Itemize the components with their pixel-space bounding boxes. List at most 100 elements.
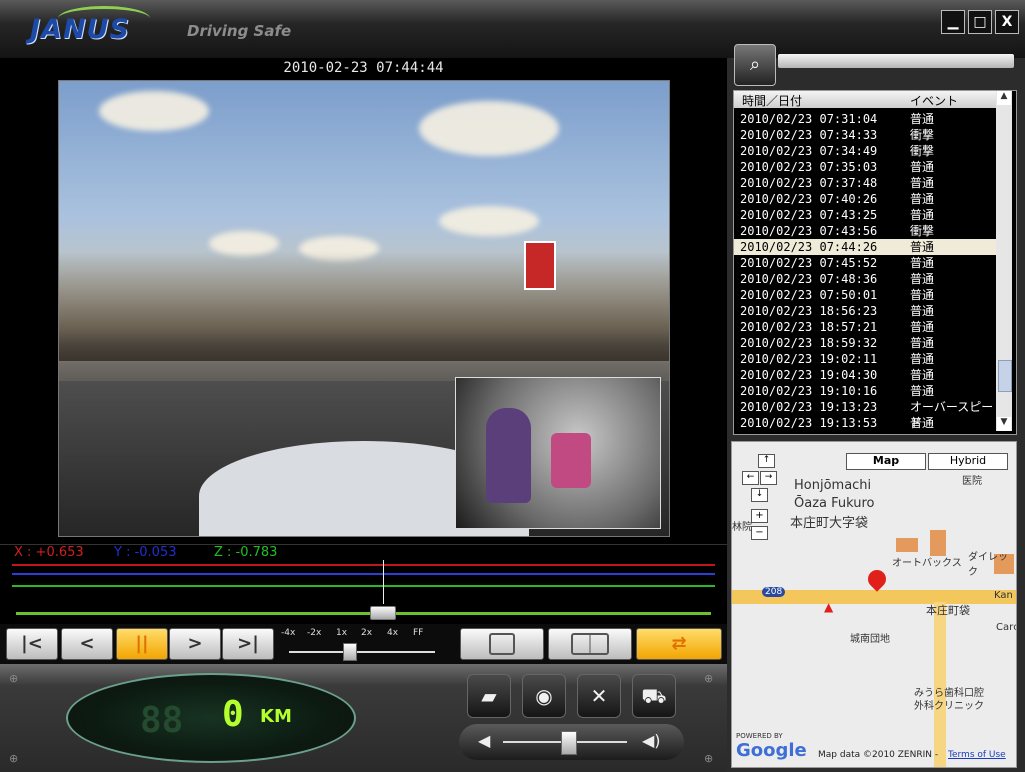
event-row[interactable]: 2010/02/23 19:13:53 普通 xyxy=(734,415,996,431)
pause-button[interactable]: || xyxy=(116,628,168,660)
event-row[interactable]: 2010/02/23 07:35:03 普通 xyxy=(734,159,996,175)
event-row[interactable]: 2010/02/23 07:45:52 普通 xyxy=(734,255,996,271)
event-row[interactable]: 2010/02/23 19:04:30 普通 xyxy=(734,367,996,383)
accel-x-graph xyxy=(12,564,715,566)
building xyxy=(930,530,946,556)
speed-minus-2x[interactable]: -2x xyxy=(307,628,321,638)
speed-slider-handle[interactable] xyxy=(343,643,357,661)
map-type-map-button[interactable]: Map xyxy=(846,453,926,470)
map-label: 医院 xyxy=(962,476,982,487)
open-folder-button[interactable]: ▰ xyxy=(467,674,511,718)
maximize-button[interactable]: □ xyxy=(968,10,992,34)
app-tagline: Driving Safe xyxy=(187,22,292,40)
search-icon: ⌕ xyxy=(749,54,761,75)
powered-by-label: POWERED BY xyxy=(736,732,783,740)
event-time: 2010/02/23 07:44:26 xyxy=(740,240,878,254)
scroll-down-icon[interactable]: ▼ xyxy=(997,417,1011,431)
map-label: Kan xyxy=(994,590,1013,601)
speed-2x[interactable]: 2x xyxy=(361,628,372,638)
event-row[interactable]: 2010/02/23 07:37:48 普通 xyxy=(734,175,996,191)
pan-down-icon[interactable]: ↓ xyxy=(751,488,768,502)
settings-button[interactable]: ✕ xyxy=(577,674,621,718)
scroll-up-icon[interactable]: ▲ xyxy=(997,91,1011,105)
event-time: 2010/02/23 07:45:52 xyxy=(740,256,878,270)
event-row[interactable]: 2010/02/23 07:48:36 普通 xyxy=(734,271,996,287)
event-time: 2010/02/23 07:34:49 xyxy=(740,144,878,158)
column-header-time[interactable]: 時間／日付 xyxy=(742,92,802,109)
speed-4x[interactable]: 4x xyxy=(387,628,398,638)
volume-slider-handle[interactable] xyxy=(561,731,577,755)
event-type: 普通 xyxy=(910,256,935,270)
search-bar[interactable] xyxy=(778,54,1014,68)
speed-unit: KM xyxy=(260,706,292,727)
building xyxy=(896,538,918,552)
split-view-icon xyxy=(571,633,609,655)
event-row[interactable]: 2010/02/23 19:02:11 普通 xyxy=(734,351,996,367)
cloud xyxy=(419,101,559,156)
screw-icon: ⊕ xyxy=(704,752,714,765)
cabin-camera-inset[interactable] xyxy=(455,377,661,529)
speed-minus-4x[interactable]: -4x xyxy=(281,628,295,638)
event-row[interactable]: 2010/02/23 07:43:56 衝撃 xyxy=(734,223,996,239)
skip-start-button[interactable]: |< xyxy=(6,628,58,660)
swap-camera-button[interactable]: ⇄ xyxy=(636,628,722,660)
bag xyxy=(551,433,591,488)
volume-high-icon[interactable]: ◀) xyxy=(642,731,661,750)
map-label: 本庄町袋 xyxy=(926,604,970,617)
column-header-event[interactable]: イベント xyxy=(910,92,958,109)
graph-cursor xyxy=(383,560,384,604)
car-icon: ⛟ xyxy=(641,684,667,708)
split-view-button[interactable] xyxy=(548,628,632,660)
timeline-handle[interactable] xyxy=(370,606,396,620)
event-type: 普通 xyxy=(910,208,935,222)
volume-low-icon[interactable]: ◀ xyxy=(478,731,490,750)
event-row[interactable]: 2010/02/23 18:59:32 普通 xyxy=(734,335,996,351)
video-timestamp: 2010-02-23 07:44:44 xyxy=(283,60,444,76)
single-view-button[interactable] xyxy=(460,628,544,660)
event-row[interactable]: 2010/02/23 19:13:23 オーバースピード xyxy=(734,399,996,430)
event-type: 普通 xyxy=(910,160,935,174)
location-marker-icon[interactable] xyxy=(864,566,890,592)
skip-end-button[interactable]: >| xyxy=(222,628,274,660)
event-row[interactable]: 2010/02/23 19:10:16 普通 xyxy=(734,383,996,399)
event-row[interactable]: 2010/02/23 07:43:25 普通 xyxy=(734,207,996,223)
search-button[interactable]: ⌕ xyxy=(734,44,776,86)
speed-1x[interactable]: 1x xyxy=(336,628,347,638)
event-row[interactable]: 2010/02/23 07:44:26 普通 xyxy=(734,239,996,255)
close-button[interactable]: X xyxy=(995,10,1019,34)
accel-y-graph xyxy=(12,573,715,575)
event-row[interactable]: 2010/02/23 07:50:01 普通 xyxy=(734,287,996,303)
disc-icon: ◉ xyxy=(535,684,553,708)
zoom-in-icon[interactable]: + xyxy=(751,509,768,523)
pan-up-icon[interactable]: ↑ xyxy=(758,454,775,468)
previous-button[interactable]: < xyxy=(61,628,113,660)
event-row[interactable]: 2010/02/23 18:56:23 普通 xyxy=(734,303,996,319)
disc-button[interactable]: ◉ xyxy=(522,674,566,718)
event-row[interactable]: 2010/02/23 07:40:26 普通 xyxy=(734,191,996,207)
speedometer-gauge xyxy=(66,673,356,763)
minimize-button[interactable]: ▁ xyxy=(941,10,965,34)
event-time: 2010/02/23 07:50:01 xyxy=(740,288,878,302)
speed-value: 0 xyxy=(222,694,244,735)
speed-slider-track[interactable] xyxy=(289,651,435,653)
vehicle-button[interactable]: ⛟ xyxy=(632,674,676,718)
event-row[interactable]: 2010/02/23 07:34:49 衝撃 xyxy=(734,143,996,159)
zoom-out-icon[interactable]: − xyxy=(751,526,768,540)
map-panel[interactable]: ↑ ← → ↓ + − Map Hybrid Honjōmachi Ōaza F… xyxy=(731,441,1017,768)
terms-of-use-link[interactable]: Terms of Use xyxy=(948,750,1006,760)
scroll-thumb[interactable] xyxy=(998,360,1012,392)
single-view-icon xyxy=(489,633,515,655)
event-row[interactable]: 2010/02/23 07:31:04 普通 xyxy=(734,111,996,127)
speed-ff[interactable]: FF xyxy=(413,628,423,638)
event-row[interactable]: 2010/02/23 07:34:33 衝撃 xyxy=(734,127,996,143)
next-button[interactable]: > xyxy=(169,628,221,660)
event-row[interactable]: 2010/02/23 18:57:21 普通 xyxy=(734,319,996,335)
pan-left-icon[interactable]: ← xyxy=(742,471,759,485)
event-time: 2010/02/23 07:40:26 xyxy=(740,192,878,206)
map-type-hybrid-button[interactable]: Hybrid xyxy=(928,453,1008,470)
pan-right-icon[interactable]: → xyxy=(760,471,777,485)
swap-camera-icon: ⇄ xyxy=(671,633,687,654)
screw-icon: ⊕ xyxy=(704,672,714,685)
timeline-track[interactable] xyxy=(16,612,711,615)
accel-z-readout: Z : -0.783 xyxy=(214,545,278,560)
